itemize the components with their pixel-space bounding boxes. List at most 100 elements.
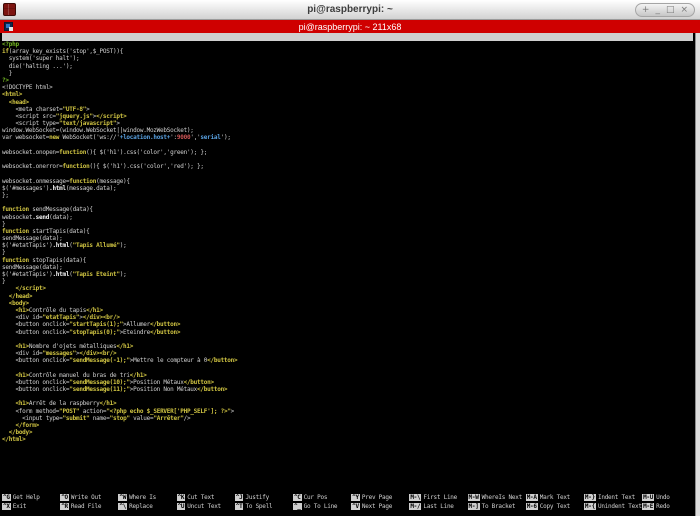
window-titlebar: pi@raspberrypi: ~ + _ □ × — [0, 0, 700, 20]
shortcut-next-page: ^VNext Page — [351, 503, 409, 512]
shortcut-label: To Spell — [243, 503, 272, 510]
code-line: <script type="text/javascript"> — [2, 120, 692, 127]
shortcut-read-file: ^RRead File — [60, 503, 118, 512]
code-line: <button onclick="stopTapis(0);">Eteindre… — [2, 329, 692, 336]
code-line: window.WebSocket=(window.WebSocket||wind… — [2, 127, 692, 134]
window-controls: + _ □ × — [635, 3, 695, 17]
shortcut-label: Prev Page — [360, 494, 392, 501]
shortcut-label: Undo — [654, 494, 669, 501]
shortcut-label: Justify — [243, 494, 269, 501]
code-line: sendMessage(data); — [2, 235, 692, 242]
shortcut-label: To Bracket — [480, 503, 516, 510]
code-line: </html> — [2, 436, 692, 443]
shortcut-indent-text: M-}Indent Text — [584, 494, 642, 503]
shortcut-key: M-U — [642, 494, 654, 501]
shortcut-key: ^U — [177, 503, 186, 510]
shortcut-label: Go To Line — [302, 503, 338, 510]
shortcut-replace: ^\Replace — [118, 503, 176, 512]
code-line: sendMessage(data); — [2, 264, 692, 271]
shortcut-key: M-{ — [584, 503, 596, 510]
shortcut-exit: ^XExit — [2, 503, 60, 512]
terminal-title: pi@raspberrypi: ~ 211x68 — [299, 22, 402, 32]
shortcut-key: ^O — [60, 494, 69, 501]
shortcut-key: ^\ — [118, 503, 127, 510]
scrollbar[interactable] — [695, 33, 700, 516]
shortcut-key: ^Y — [351, 494, 360, 501]
shortcut-key: M-E — [642, 503, 654, 510]
shortcut-label: Replace — [127, 503, 153, 510]
code-line: <div id="etatTapis"></div><br/> — [2, 314, 692, 321]
shortcut-mark-text: M-AMark Text — [526, 494, 584, 503]
code-line: }; — [2, 192, 692, 199]
minimize-icon[interactable]: _ — [655, 4, 660, 16]
shortcut-key: M-\ — [409, 494, 421, 501]
shortcut-redo: M-ERedo — [642, 503, 700, 512]
shortcut-cut-text: ^KCut Text — [177, 494, 235, 503]
shortcut-cur-pos: ^CCur Pos — [293, 494, 351, 503]
shortcut-label: Write Out — [69, 494, 101, 501]
code-line: <button onclick="sendMessage(-1);">Mettr… — [2, 357, 692, 364]
shortcut-label: Uncut Text — [185, 503, 221, 510]
code-line: function sendMessage(data){ — [2, 206, 692, 213]
shortcut-key: ^_ — [293, 503, 302, 510]
shortcut-prev-page: ^YPrev Page — [351, 494, 409, 503]
code-line: function startTapis(data){ — [2, 228, 692, 235]
shortcut-row-2: ^XExit^RRead File^\Replace^UUncut Text^T… — [2, 503, 692, 512]
close-icon[interactable]: × — [680, 4, 688, 16]
shortcut-copy-text: M-6Copy Text — [526, 503, 584, 512]
code-line: </form> — [2, 422, 692, 429]
shortcut-key: M-A — [526, 494, 538, 501]
shortcut-key: ^V — [351, 503, 360, 510]
code-line: websocket.onerror=function(){ $('h1').cs… — [2, 163, 692, 170]
shortcut-last-line: M-/Last Line — [409, 503, 467, 512]
shade-icon[interactable]: + — [642, 4, 650, 16]
code-line: function stopTapis(data){ — [2, 257, 692, 264]
shortcut-label: Exit — [11, 503, 26, 510]
shortcut-unindent-text: M-{Unindent Text — [584, 503, 642, 512]
shortcut-first-line: M-\First Line — [409, 494, 467, 503]
shortcut-label: Copy Text — [538, 503, 570, 510]
window-title: pi@raspberrypi: ~ — [0, 0, 700, 20]
code-line: <?php — [2, 41, 692, 48]
shortcut-label: Mark Text — [538, 494, 570, 501]
shortcut-justify: ^JJustify — [235, 494, 293, 503]
shortcut-key: ^K — [177, 494, 186, 501]
shortcut-label: Redo — [654, 503, 669, 510]
code-line — [2, 199, 692, 206]
shortcut-label: Where Is — [127, 494, 156, 501]
shortcut-row-1: ^GGet Help^OWrite Out^WWhere Is^KCut Tex… — [2, 494, 692, 503]
editor-content[interactable]: <?phpif(array_key_exists('stop',$_POST))… — [2, 41, 692, 444]
code-line: system('super halt'); — [2, 55, 692, 62]
code-line: <h1>Contrôle manuel du bras de tri</h1> — [2, 372, 692, 379]
shortcut-to-spell: ^TTo Spell — [235, 503, 293, 512]
code-line — [2, 336, 692, 343]
shortcut-to-bracket: M-]To Bracket — [468, 503, 526, 512]
code-line: <head> — [2, 99, 692, 106]
terminal-window[interactable]: GNU nano 2.7.4 File: /var/www/html/proto… — [0, 33, 700, 516]
code-line: } — [2, 221, 692, 228]
code-line: <script src="jquery.js"></script> — [2, 113, 692, 120]
shortcut-key: M-] — [468, 503, 480, 510]
code-line: <html> — [2, 91, 692, 98]
code-line: <!DOCTYPE html> — [2, 84, 692, 91]
shortcut-label: Last Line — [421, 503, 453, 510]
maximize-icon[interactable]: □ — [666, 4, 675, 16]
code-line: <h1>Contrôle du tapis</h1> — [2, 307, 692, 314]
code-line: <meta charset="UTF-8"> — [2, 106, 692, 113]
shortcut-key: M-W — [468, 494, 480, 501]
code-line: if(array_key_exists('stop',$_POST)){ — [2, 48, 692, 55]
code-line: <input type="submit" name="stop" value="… — [2, 415, 692, 422]
code-line — [2, 393, 692, 400]
shortcut-label: Get Help — [11, 494, 40, 501]
code-line: websocket.onopen=function(){ $('h1').css… — [2, 149, 692, 156]
shortcut-label: Next Page — [360, 503, 392, 510]
code-line: websocket.onmessage=function(message){ — [2, 178, 692, 185]
shortcut-go-to-line: ^_Go To Line — [293, 503, 351, 512]
shortcut-label: Cur Pos — [302, 494, 328, 501]
scrollbar-thumb[interactable] — [696, 33, 700, 516]
code-line — [2, 142, 692, 149]
shortcut-label: Indent Text — [596, 494, 635, 501]
shortcut-key: ^R — [60, 503, 69, 510]
code-line: </body> — [2, 429, 692, 436]
code-line: $('#etatTapis').html("Tapis Allumé"); — [2, 242, 692, 249]
